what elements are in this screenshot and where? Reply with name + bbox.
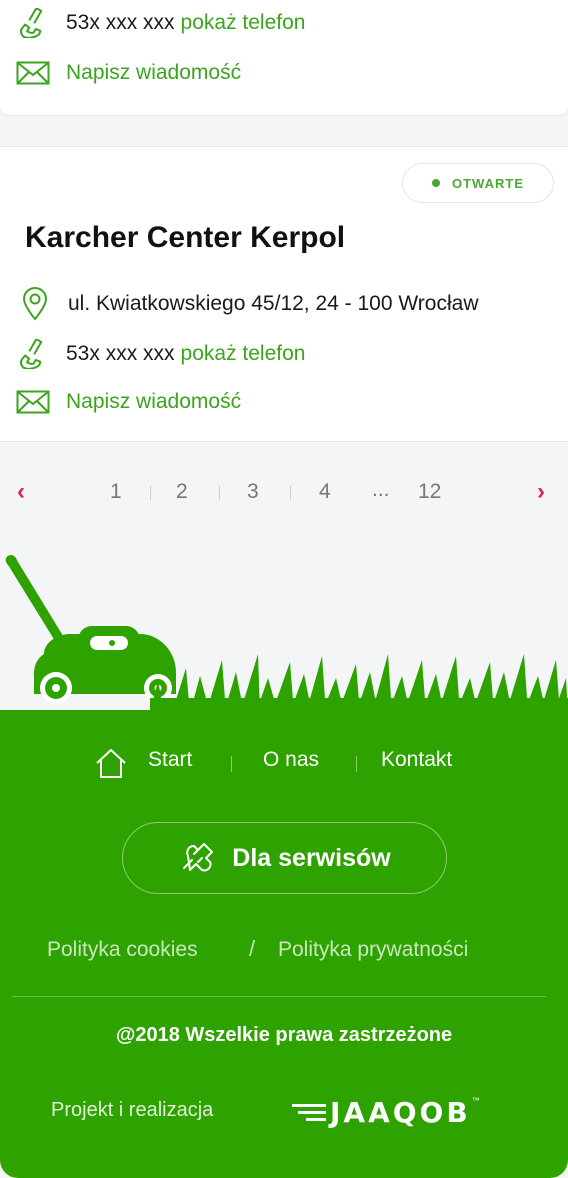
service-name[interactable]: Karcher Center Kerpol bbox=[25, 221, 345, 255]
page-separator bbox=[290, 486, 291, 500]
phone-icon bbox=[16, 8, 50, 38]
prev-page-button[interactable]: ‹ bbox=[17, 478, 25, 506]
top-service-card: 53x xxx xxx pokaż telefon Napisz wiadomo… bbox=[0, 0, 568, 116]
policy-separator: / bbox=[249, 936, 256, 961]
logo-trademark: ™ bbox=[471, 1096, 480, 1105]
footer-divider bbox=[12, 996, 546, 997]
footer-nav: Start O nas Kontakt bbox=[0, 746, 568, 780]
site-footer: Start O nas Kontakt Dla serwisów Polityk… bbox=[0, 710, 568, 1178]
cookies-policy-link[interactable]: Polityka cookies bbox=[47, 938, 198, 962]
next-page-button[interactable]: › bbox=[537, 478, 545, 506]
page-separator bbox=[219, 486, 220, 500]
handshake-icon bbox=[178, 838, 218, 878]
envelope-icon bbox=[16, 58, 50, 88]
home-icon[interactable] bbox=[94, 746, 128, 785]
footer-link-about[interactable]: O nas bbox=[263, 748, 319, 772]
privacy-policy-link[interactable]: Polityka prywatności bbox=[278, 938, 468, 962]
page-ellipsis: ... bbox=[372, 478, 390, 501]
phone-row: 53x xxx xxx pokaż telefon bbox=[16, 339, 305, 369]
location-pin-icon bbox=[22, 287, 52, 321]
address-text: ul. Kwiatkowskiego 45/12, 24 - 100 Wrocł… bbox=[68, 292, 479, 315]
lawnmower-grass-illustration bbox=[5, 555, 568, 713]
for-services-label: Dla serwisów bbox=[232, 843, 391, 872]
phone-number: 53x xxx xxx bbox=[66, 342, 175, 365]
service-card: OTWARTE Karcher Center Kerpol ul. Kwiatk… bbox=[0, 146, 568, 442]
phone-row: 53x xxx xxx pokaż telefon bbox=[16, 8, 305, 38]
message-row[interactable]: Napisz wiadomość bbox=[16, 387, 241, 417]
page-link-1[interactable]: 1 bbox=[110, 480, 122, 504]
jaaqob-logo[interactable]: JAAQOB ™ bbox=[292, 1096, 480, 1129]
show-phone-link[interactable]: pokaż telefon bbox=[181, 11, 306, 35]
phone-number: 53x xxx xxx bbox=[66, 11, 175, 34]
pagination: ‹ 1 2 3 4 ... 12 › bbox=[0, 474, 568, 512]
message-row[interactable]: Napisz wiadomość bbox=[16, 58, 241, 88]
page-link-2[interactable]: 2 bbox=[176, 480, 188, 504]
logo-lines-icon bbox=[292, 1101, 328, 1125]
write-message-link[interactable]: Napisz wiadomość bbox=[66, 390, 241, 414]
credit-text: Projekt i realizacja bbox=[51, 1099, 214, 1121]
show-phone-link[interactable]: pokaż telefon bbox=[181, 342, 306, 366]
nav-separator bbox=[231, 756, 232, 772]
footer-link-contact[interactable]: Kontakt bbox=[381, 748, 452, 772]
envelope-icon bbox=[16, 387, 50, 417]
logo-wordmark: JAAQOB bbox=[330, 1096, 471, 1129]
page-link-12[interactable]: 12 bbox=[418, 480, 441, 504]
page-separator bbox=[150, 486, 151, 500]
address-row: ul. Kwiatkowskiego 45/12, 24 - 100 Wrocł… bbox=[22, 287, 479, 321]
phone-icon bbox=[16, 339, 50, 369]
page-link-3[interactable]: 3 bbox=[247, 480, 259, 504]
write-message-link[interactable]: Napisz wiadomość bbox=[66, 61, 241, 85]
footer-link-start[interactable]: Start bbox=[148, 748, 192, 772]
status-badge: OTWARTE bbox=[402, 163, 554, 203]
status-label: OTWARTE bbox=[452, 175, 524, 191]
for-services-button[interactable]: Dla serwisów bbox=[122, 822, 447, 894]
status-dot bbox=[432, 179, 440, 187]
nav-separator bbox=[356, 756, 357, 772]
page-link-4[interactable]: 4 bbox=[319, 480, 331, 504]
copyright-text: @2018 Wszelkie prawa zastrzeżone bbox=[115, 1024, 453, 1046]
